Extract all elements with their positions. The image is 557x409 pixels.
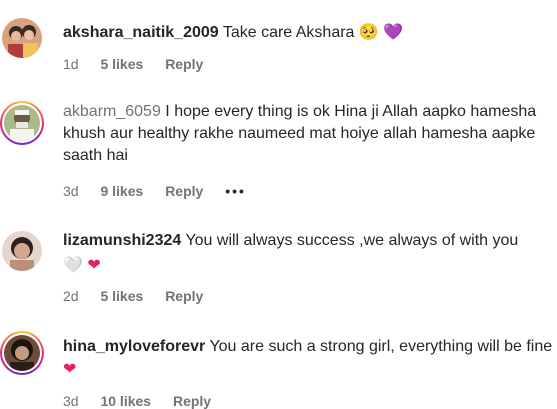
emoji-row: 🤍 ❤ <box>63 255 101 275</box>
comment-timestamp: 1d <box>63 56 79 72</box>
avatar <box>4 335 40 371</box>
comment-username[interactable]: akbarm_6059 <box>63 103 161 120</box>
comment-timestamp: 3d <box>63 183 79 199</box>
comment-timestamp: 2d <box>63 288 79 304</box>
emoji-pleading-face: 🥺 <box>358 22 379 41</box>
comment-timestamp: 3d <box>63 393 79 409</box>
comment-item: lizamunshi2324 You will always success ,… <box>0 225 557 310</box>
reply-button[interactable]: Reply <box>165 56 203 72</box>
comment-username[interactable]: lizamunshi2324 <box>63 232 181 249</box>
likes-count[interactable]: 9 likes <box>100 183 143 199</box>
avatar-image <box>4 105 40 141</box>
avatar <box>4 105 40 141</box>
avatar-image <box>2 18 42 58</box>
emoji-red-heart: ❤ <box>63 359 77 378</box>
reply-button[interactable]: Reply <box>173 393 211 409</box>
avatar-image <box>4 335 40 371</box>
comment-text: You are such a strong girl, everything w… <box>209 338 553 355</box>
more-options-icon[interactable]: ••• <box>225 183 246 199</box>
avatar[interactable] <box>2 18 42 58</box>
reply-button[interactable]: Reply <box>165 288 203 304</box>
comment-item: akshara_naitik_2009 Take care Akshara 🥺 … <box>0 10 557 82</box>
avatar-image <box>2 231 42 271</box>
comment-item: hina_myloveforevr You are such a strong … <box>0 327 557 409</box>
emoji-folded-hands: 🤍 <box>63 255 83 274</box>
comment-text: You will always success ,we always of wi… <box>185 232 519 249</box>
comment-username[interactable]: hina_myloveforevr <box>63 338 205 355</box>
likes-count[interactable]: 5 likes <box>100 56 143 72</box>
comment-username[interactable]: akshara_naitik_2009 <box>63 24 219 41</box>
reply-button[interactable]: Reply <box>165 183 203 199</box>
avatar-story-ring[interactable] <box>0 331 44 375</box>
comment-item: akbarm_6059 I hope every thing is ok Hin… <box>0 95 557 205</box>
avatar-story-ring[interactable] <box>0 101 44 145</box>
comment-text: Take care Akshara <box>222 24 355 41</box>
likes-count[interactable]: 5 likes <box>100 288 143 304</box>
emoji-red-heart: ❤ <box>87 255 101 274</box>
avatar[interactable] <box>2 231 42 271</box>
likes-count[interactable]: 10 likes <box>100 393 151 409</box>
emoji-purple-heart: 💜 <box>383 22 404 41</box>
